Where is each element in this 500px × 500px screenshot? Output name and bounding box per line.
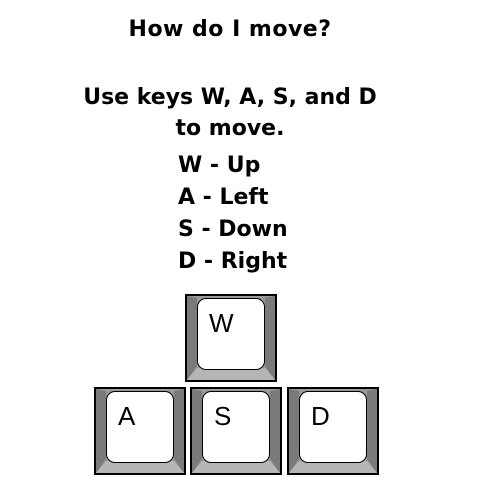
instructions-text: Use keys W, A, S, and D to move. — [0, 82, 460, 144]
mapping-left: A - Left — [178, 185, 269, 210]
a-key-icon: A — [94, 387, 186, 475]
mapping-down: S - Down — [178, 217, 288, 242]
key-face: S — [202, 391, 270, 463]
w-key-icon: W — [185, 294, 277, 382]
key-legend-a: A — [118, 401, 136, 431]
mapping-up: W - Up — [178, 153, 261, 178]
key-face: A — [106, 391, 174, 463]
instructions-line-2: to move. — [175, 116, 285, 141]
d-key-icon: D — [287, 387, 379, 475]
s-key-icon: S — [190, 387, 282, 475]
key-face: D — [299, 391, 367, 463]
help-title: How do I move? — [128, 17, 332, 42]
mapping-right: D - Right — [178, 249, 288, 274]
key-legend-d: D — [311, 401, 330, 431]
key-face: W — [197, 298, 265, 370]
key-mapping-list: W - Up A - Left S - Down D - Right — [178, 150, 288, 278]
key-legend-s: S — [214, 401, 232, 431]
key-legend-w: W — [209, 308, 234, 338]
instructions-line-1: Use keys W, A, S, and D — [83, 85, 377, 110]
